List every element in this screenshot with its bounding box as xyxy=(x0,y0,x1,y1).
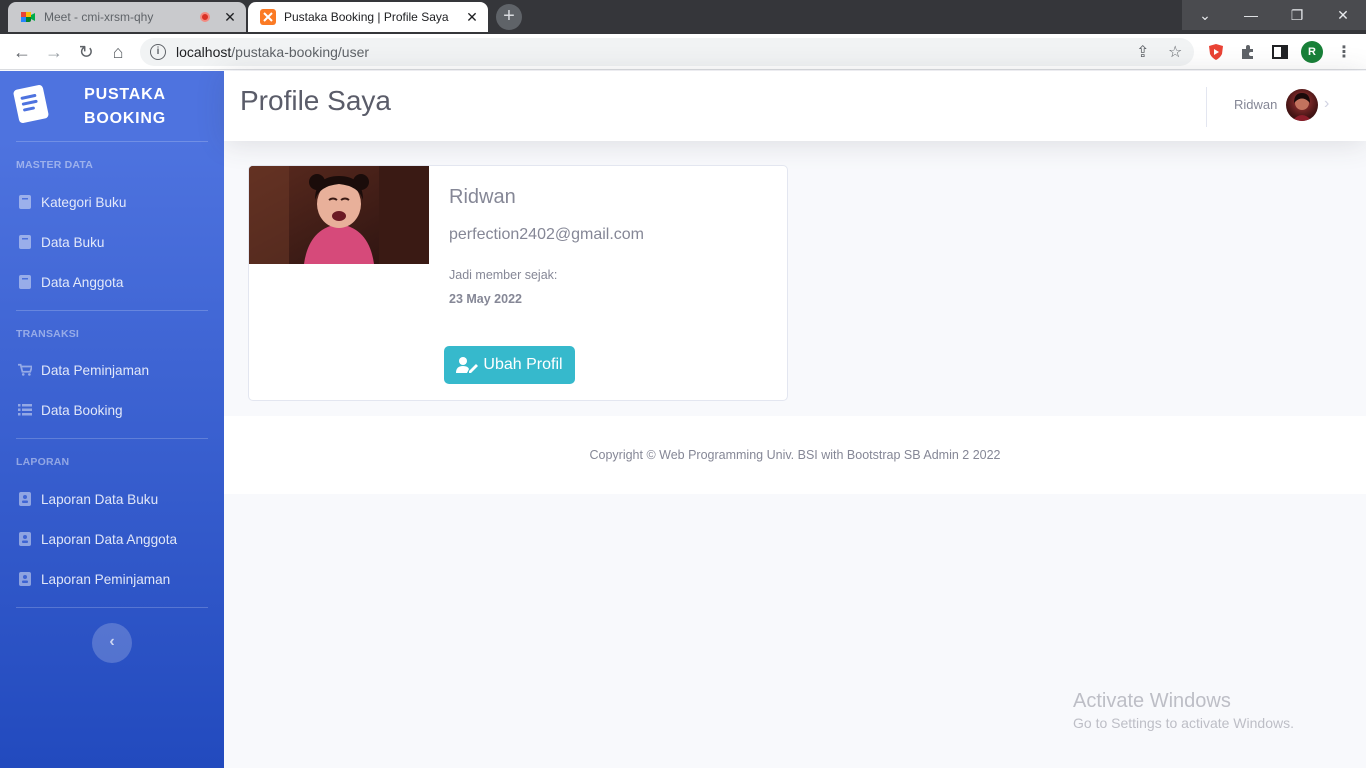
side-panel-icon[interactable] xyxy=(1270,42,1290,62)
url-bar[interactable]: i localhost/pustaka-booking/user ⇪ ☆ xyxy=(140,38,1194,66)
sidebar-item-data-buku[interactable]: Data Buku xyxy=(0,222,224,262)
topbar: Profile Saya Ridwan › xyxy=(224,71,1366,141)
list-icon xyxy=(18,403,32,417)
sidebar-heading-transaksi: TRANSAKSI xyxy=(16,328,80,340)
menu-kebab-icon[interactable]: ⋮ xyxy=(1334,42,1354,62)
forward-icon[interactable]: → xyxy=(42,40,66,64)
site-info-icon[interactable]: i xyxy=(150,44,166,60)
bookmark-star-icon[interactable]: ☆ xyxy=(1168,42,1182,62)
browser-tabbar: Meet - cmi-xrsm-qhy ✕ Pustaka Booking | … xyxy=(0,0,1366,34)
sidebar-brand[interactable]: PUSTAKA BOOKING xyxy=(0,71,224,141)
sidebar-item-laporan-data-anggota[interactable]: Laporan Data Anggota xyxy=(0,519,224,559)
sidebar-divider xyxy=(16,438,208,439)
page-title: Profile Saya xyxy=(240,85,391,116)
member-since-date: 23 May 2022 xyxy=(449,292,522,306)
chevron-left-icon: ‹ xyxy=(109,633,115,650)
sidebar-item-label: Data Booking xyxy=(41,402,123,418)
edit-profile-button[interactable]: Ubah Profil xyxy=(444,346,575,384)
google-meet-icon xyxy=(20,9,36,25)
sidebar-divider xyxy=(16,310,208,311)
sidebar-item-data-peminjaman[interactable]: Data Peminjaman xyxy=(0,350,224,390)
topbar-divider xyxy=(1206,87,1207,127)
close-tab-icon[interactable]: ✕ xyxy=(220,9,240,26)
address-book-icon xyxy=(18,532,32,546)
back-icon[interactable]: ← xyxy=(10,40,34,64)
user-edit-icon xyxy=(456,357,479,373)
reload-icon[interactable]: ↻ xyxy=(74,40,98,64)
recording-icon xyxy=(200,12,210,22)
new-tab-button[interactable]: + xyxy=(496,4,522,30)
tab-title: Pustaka Booking | Profile Saya xyxy=(284,10,449,24)
sidebar-item-label: Laporan Peminjaman xyxy=(41,571,171,587)
sidebar-item-data-booking[interactable]: Data Booking xyxy=(0,390,224,430)
address-book-icon xyxy=(18,572,32,586)
home-icon[interactable]: ⌂ xyxy=(106,40,130,64)
brand-name: PUSTAKA BOOKING xyxy=(83,86,167,127)
tab-search-icon[interactable]: ⌄ xyxy=(1182,0,1228,30)
sidebar-heading-laporan: LAPORAN xyxy=(16,456,70,468)
sidebar-item-laporan-data-buku[interactable]: Laporan Data Buku xyxy=(0,479,224,519)
copyright-text: Copyright © Web Programming Univ. BSI wi… xyxy=(589,448,1001,462)
url-host: localhost xyxy=(176,44,232,60)
address-book-icon xyxy=(18,492,32,506)
profile-email: perfection2402@gmail.com xyxy=(449,226,645,243)
sidebar: PUSTAKA BOOKING MASTER DATA Kategori Buk… xyxy=(0,71,224,768)
tab-title: Meet - cmi-xrsm-qhy xyxy=(44,10,154,24)
browser-toolbar: ← → ↻ ⌂ i localhost/pustaka-booking/user… xyxy=(0,34,1366,70)
browser-tab-pustaka[interactable]: Pustaka Booking | Profile Saya ✕ xyxy=(248,2,488,32)
sidebar-item-label: Laporan Data Buku xyxy=(41,491,159,507)
sidebar-item-kategori-buku[interactable]: Kategori Buku xyxy=(0,182,224,222)
book-icon xyxy=(18,235,32,249)
activate-windows-subtitle: Go to Settings to activate Windows. xyxy=(1073,715,1294,731)
sidebar-divider xyxy=(16,607,208,608)
close-window-button[interactable]: ✕ xyxy=(1320,0,1366,30)
profile-photo xyxy=(249,166,429,264)
book-icon xyxy=(18,195,32,209)
footer: Copyright © Web Programming Univ. BSI wi… xyxy=(224,416,1366,494)
cart-icon xyxy=(18,363,32,377)
profile-name: Ridwan xyxy=(449,186,516,208)
extensions-puzzle-icon[interactable] xyxy=(1238,42,1258,62)
url-path: /pustaka-booking/user xyxy=(231,44,370,60)
activate-windows-title: Activate Windows xyxy=(1073,690,1231,712)
brave-shield-icon[interactable] xyxy=(1206,42,1226,62)
profile-card: Ridwan perfection2402@gmail.com Jadi mem… xyxy=(248,165,788,401)
profile-avatar[interactable]: R xyxy=(1301,41,1323,63)
browser-tab-meet[interactable]: Meet - cmi-xrsm-qhy ✕ xyxy=(8,2,246,32)
sidebar-item-label: Data Buku xyxy=(41,234,105,250)
user-avatar[interactable] xyxy=(1286,89,1318,121)
chevron-right-icon[interactable]: › xyxy=(1324,95,1329,113)
sidebar-item-label: Kategori Buku xyxy=(41,194,127,210)
book-icon xyxy=(18,275,32,289)
sidebar-item-data-anggota[interactable]: Data Anggota xyxy=(0,262,224,302)
edit-profile-label: Ubah Profil xyxy=(483,356,563,373)
book-logo-icon xyxy=(10,82,51,126)
sidebar-item-label: Laporan Data Anggota xyxy=(41,531,178,547)
sidebar-heading-master-data: MASTER DATA xyxy=(16,159,94,171)
sidebar-item-laporan-peminjaman[interactable]: Laporan Peminjaman xyxy=(0,559,224,599)
minimize-window-button[interactable]: — xyxy=(1228,0,1274,30)
sidebar-item-label: Data Anggota xyxy=(41,274,124,290)
sidebar-toggle-button[interactable]: ‹ xyxy=(92,623,132,663)
share-icon[interactable]: ⇪ xyxy=(1136,42,1149,62)
sidebar-divider xyxy=(16,141,208,142)
sidebar-item-label: Data Peminjaman xyxy=(41,362,150,378)
topbar-user-name[interactable]: Ridwan xyxy=(1234,97,1277,112)
member-since-label: Jadi member sejak: xyxy=(449,268,558,282)
close-tab-icon[interactable]: ✕ xyxy=(462,9,482,26)
restore-window-button[interactable]: ❐ xyxy=(1274,0,1320,30)
xampp-icon xyxy=(260,9,276,25)
